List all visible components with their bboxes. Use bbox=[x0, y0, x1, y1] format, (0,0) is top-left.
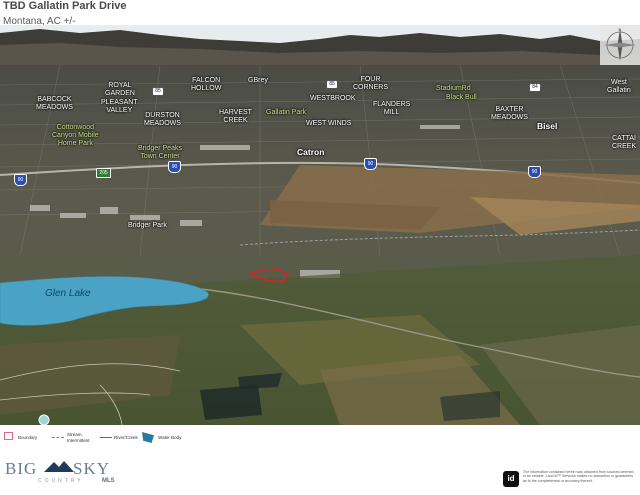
place-falcon-hollow: FALCON HOLLOW bbox=[191, 77, 222, 92]
place-bisel: Bisel bbox=[537, 121, 558, 131]
svg-text:N: N bbox=[619, 27, 622, 32]
poi-cottonwood: Cottonwood Canyon Mobile Home Park bbox=[52, 124, 99, 147]
listing-title: TBD Gallatin Park Drive bbox=[3, 0, 127, 12]
legend-river-label: River/Creek bbox=[114, 435, 138, 440]
river-legend-icon bbox=[100, 437, 112, 438]
stream-legend-icon bbox=[52, 437, 64, 438]
place-harvest-creek: HARVEST CREEK bbox=[219, 109, 252, 124]
poi-stadium: StadiumRd bbox=[436, 85, 471, 92]
interstate-shield-icon: 90 bbox=[14, 174, 27, 186]
place-baxter-meadows: BAXTER MEADOWS bbox=[491, 106, 528, 121]
place-pleasant-valley: PLEASANT VALLEY bbox=[101, 99, 138, 114]
legend-stream-label: Stream, Intermittent bbox=[67, 432, 90, 443]
interstate-shield-icon: 90 bbox=[168, 161, 181, 173]
legend-water-label: Water Body bbox=[158, 435, 182, 440]
poi-bridger-peaks: Bridger Peaks Town Center bbox=[138, 145, 182, 160]
legend-boundary-label: Boundary bbox=[18, 435, 38, 440]
svg-text:SKY: SKY bbox=[73, 459, 110, 478]
place-westbrook: WESTBROOK bbox=[310, 95, 356, 102]
lake-label: Glen Lake bbox=[45, 288, 91, 299]
place-catron: Catron bbox=[297, 147, 325, 157]
poi-gallatin-park: Gallatin Park bbox=[266, 109, 307, 116]
route-shield-icon: 84 bbox=[529, 83, 541, 92]
boundary-legend-icon bbox=[4, 432, 13, 440]
place-four-corners: FOUR CORNERS bbox=[353, 76, 389, 91]
interstate-shield-icon: 90 bbox=[528, 166, 541, 178]
place-cattai-creek: CATTAI CREEK bbox=[612, 135, 637, 150]
place-flanders-mill: FLANDERS MILL bbox=[373, 101, 411, 116]
svg-text:MLS: MLS bbox=[102, 478, 115, 484]
water-body-legend-icon bbox=[142, 432, 154, 443]
place-gbrey: GBrey bbox=[248, 77, 268, 84]
map-legend: Boundary Stream, Intermittent River/Creek… bbox=[4, 432, 194, 444]
compass-rose-icon: N bbox=[600, 25, 640, 65]
poi-black-bull: Black Bull bbox=[446, 94, 477, 101]
land-id-badge-icon: id bbox=[503, 471, 519, 487]
route-shield-icon: 85 bbox=[326, 80, 338, 89]
disclaimer: id The information contained herein was … bbox=[503, 470, 638, 490]
place-babcock-meadows: BABCOCK MEADOWS bbox=[36, 96, 73, 111]
header: TBD Gallatin Park Drive Montana, AC +/- bbox=[3, 0, 127, 28]
place-west-winds: WEST WINDS bbox=[306, 120, 352, 127]
disclaimer-text: The information contained herein was obt… bbox=[523, 470, 634, 483]
place-west-gallatin: West Gallatin bbox=[607, 79, 631, 94]
place-durston-meadows: DURSTON MEADOWS bbox=[144, 112, 181, 127]
svg-text:COUNTRY: COUNTRY bbox=[38, 478, 84, 484]
place-royal-garden: ROYAL GARDEN bbox=[105, 82, 135, 97]
aerial-map[interactable]: BABCOCK MEADOWS ROYAL GARDEN PLEASANT VALLE… bbox=[0, 25, 640, 425]
big-sky-mls-logo: BIG SKY COUNTRY MLS bbox=[4, 454, 124, 490]
place-bridger-park: Bridger Park bbox=[128, 222, 167, 229]
aerial-terrain bbox=[0, 25, 640, 425]
route-shield-icon: 85 bbox=[152, 87, 164, 96]
svg-text:BIG: BIG bbox=[5, 459, 37, 478]
route-shield-icon: 205 bbox=[96, 168, 111, 178]
interstate-shield-icon: 90 bbox=[364, 158, 377, 170]
